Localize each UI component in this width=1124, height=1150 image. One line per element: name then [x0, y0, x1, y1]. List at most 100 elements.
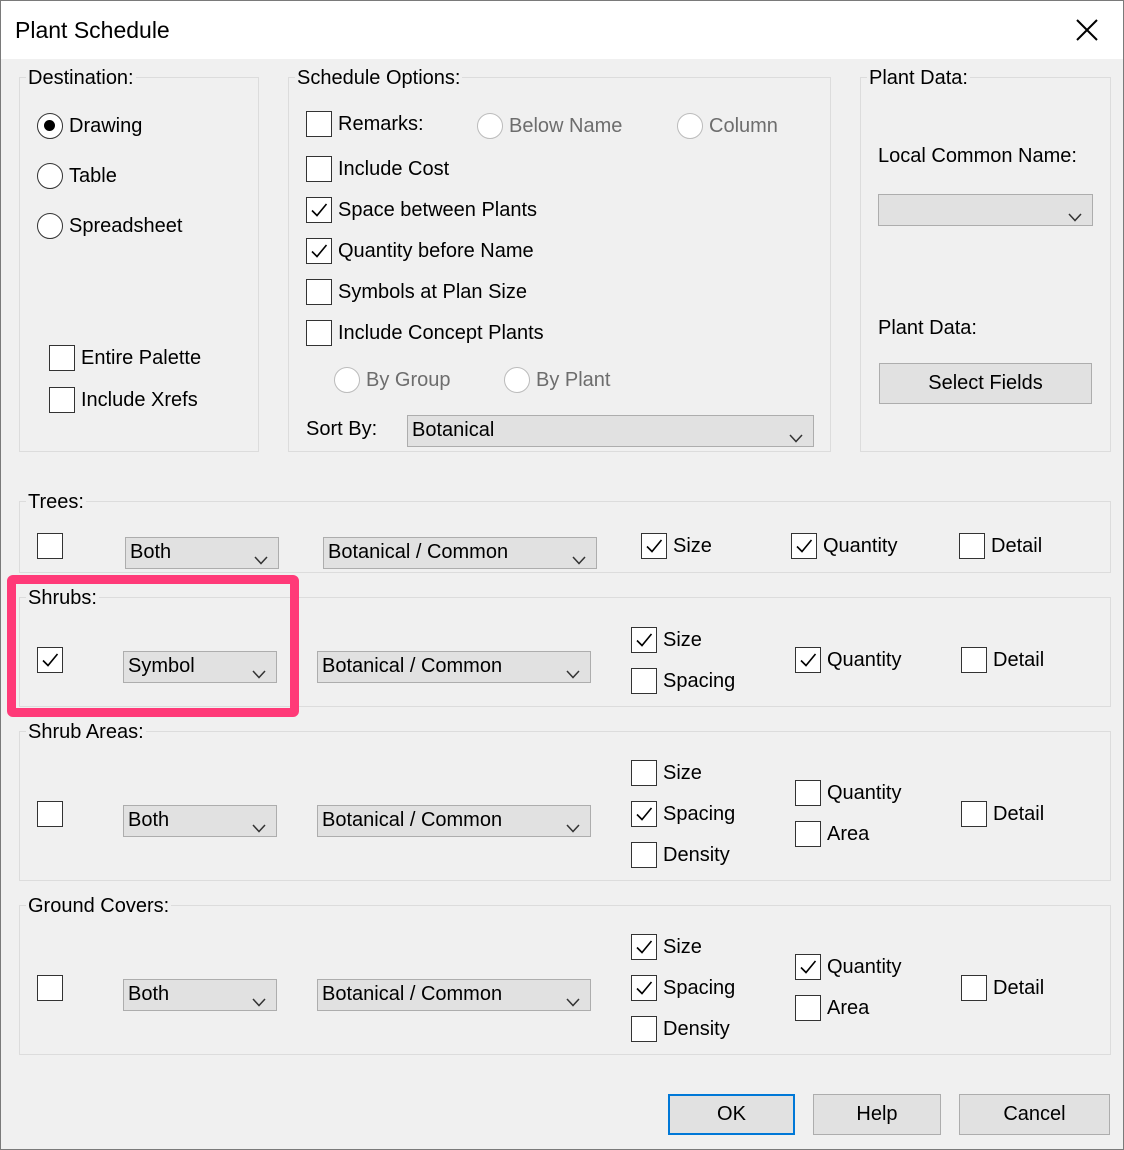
- shrub-areas-display-dropdown[interactable]: Both: [123, 805, 277, 837]
- space-between-plants-checkbox[interactable]: [306, 197, 332, 223]
- destination-group-label: Destination:: [26, 67, 136, 90]
- trees-display-dropdown[interactable]: Both: [125, 537, 279, 569]
- below-name-radio[interactable]: [477, 113, 503, 139]
- drawing-radio-label[interactable]: Drawing: [69, 114, 142, 138]
- shrubs-size-checkbox[interactable]: [631, 627, 657, 653]
- space-between-plants-label[interactable]: Space between Plants: [338, 198, 537, 222]
- column-label[interactable]: Column: [709, 114, 778, 138]
- include-concept-plants-label[interactable]: Include Concept Plants: [338, 321, 544, 345]
- cancel-button[interactable]: Cancel: [959, 1094, 1110, 1135]
- spreadsheet-radio-label[interactable]: Spreadsheet: [69, 214, 182, 238]
- quantity-before-name-checkbox[interactable]: [306, 238, 332, 264]
- shrubs-spacing-checkbox[interactable]: [631, 668, 657, 694]
- remarks-label[interactable]: Remarks:: [338, 112, 424, 136]
- trees-display-value: Both: [130, 541, 172, 563]
- trees-size-checkbox[interactable]: [641, 533, 667, 559]
- shrubs-detail-checkbox[interactable]: [961, 647, 987, 673]
- shrub-areas-density-checkbox[interactable]: [631, 842, 657, 868]
- ground-covers-spacing-checkbox[interactable]: [631, 975, 657, 1001]
- trees-enable-checkbox[interactable]: [37, 533, 63, 559]
- ground-covers-spacing-label[interactable]: Spacing: [663, 976, 735, 1000]
- ground-covers-density-checkbox[interactable]: [631, 1016, 657, 1042]
- chevron-down-icon: [1068, 205, 1082, 228]
- remarks-checkbox[interactable]: [306, 111, 332, 137]
- shrub-areas-area-label[interactable]: Area: [827, 822, 869, 846]
- ground-covers-size-label[interactable]: Size: [663, 935, 702, 959]
- ground-covers-quantity-checkbox[interactable]: [795, 954, 821, 980]
- by-group-label[interactable]: By Group: [366, 368, 450, 392]
- shrub-areas-naming-dropdown[interactable]: Botanical / Common: [317, 805, 591, 837]
- trees-quantity-checkbox[interactable]: [791, 533, 817, 559]
- checkmark-icon: [311, 203, 328, 217]
- help-button[interactable]: Help: [813, 1094, 941, 1135]
- entire-palette-label[interactable]: Entire Palette: [81, 346, 201, 370]
- trees-naming-value: Botanical / Common: [328, 541, 509, 563]
- checkmark-icon: [800, 960, 817, 974]
- shrubs-quantity-label[interactable]: Quantity: [827, 648, 901, 672]
- sort-by-value: Botanical: [412, 419, 495, 441]
- by-plant-radio[interactable]: [504, 367, 530, 393]
- trees-detail-label[interactable]: Detail: [991, 534, 1042, 558]
- chevron-down-icon: [572, 548, 586, 571]
- ok-button[interactable]: OK: [668, 1094, 795, 1135]
- symbols-at-plan-size-checkbox[interactable]: [306, 279, 332, 305]
- sort-by-dropdown[interactable]: Botanical: [407, 415, 814, 447]
- ground-covers-area-label[interactable]: Area: [827, 996, 869, 1020]
- ground-covers-detail-checkbox[interactable]: [961, 975, 987, 1001]
- shrubs-size-label[interactable]: Size: [663, 628, 702, 652]
- trees-detail-checkbox[interactable]: [959, 533, 985, 559]
- checkmark-icon: [42, 653, 59, 667]
- table-radio[interactable]: [37, 163, 63, 189]
- shrub-areas-enable-checkbox[interactable]: [37, 801, 63, 827]
- include-xrefs-checkbox[interactable]: [49, 387, 75, 413]
- below-name-label[interactable]: Below Name: [509, 114, 622, 138]
- ground-covers-naming-dropdown[interactable]: Botanical / Common: [317, 979, 591, 1011]
- shrubs-enable-checkbox[interactable]: [37, 647, 63, 673]
- shrub-areas-spacing-checkbox[interactable]: [631, 801, 657, 827]
- local-common-name-dropdown[interactable]: [878, 194, 1093, 226]
- symbols-at-plan-size-label[interactable]: Symbols at Plan Size: [338, 280, 527, 304]
- shrubs-display-value: Symbol: [128, 655, 195, 677]
- select-fields-button[interactable]: Select Fields: [879, 363, 1092, 404]
- by-group-radio[interactable]: [334, 367, 360, 393]
- ground-covers-area-checkbox[interactable]: [795, 995, 821, 1021]
- spreadsheet-radio[interactable]: [37, 213, 63, 239]
- quantity-before-name-label[interactable]: Quantity before Name: [338, 239, 534, 263]
- shrub-areas-quantity-checkbox[interactable]: [795, 780, 821, 806]
- include-concept-plants-checkbox[interactable]: [306, 320, 332, 346]
- drawing-radio[interactable]: [37, 113, 63, 139]
- shrub-areas-detail-checkbox[interactable]: [961, 801, 987, 827]
- checkmark-icon: [311, 244, 328, 258]
- trees-quantity-label[interactable]: Quantity: [823, 534, 897, 558]
- trees-size-label[interactable]: Size: [673, 534, 712, 558]
- shrubs-naming-dropdown[interactable]: Botanical / Common: [317, 651, 591, 683]
- ground-covers-display-dropdown[interactable]: Both: [123, 979, 277, 1011]
- close-button[interactable]: [1057, 5, 1117, 55]
- shrub-areas-area-checkbox[interactable]: [795, 821, 821, 847]
- include-cost-checkbox[interactable]: [306, 156, 332, 182]
- ground-covers-detail-label[interactable]: Detail: [993, 976, 1044, 1000]
- table-radio-label[interactable]: Table: [69, 164, 117, 188]
- shrubs-detail-label[interactable]: Detail: [993, 648, 1044, 672]
- shrub-areas-quantity-label[interactable]: Quantity: [827, 781, 901, 805]
- entire-palette-checkbox[interactable]: [49, 345, 75, 371]
- by-plant-label[interactable]: By Plant: [536, 368, 610, 392]
- include-cost-label[interactable]: Include Cost: [338, 157, 449, 181]
- shrubs-quantity-checkbox[interactable]: [795, 647, 821, 673]
- include-xrefs-label[interactable]: Include Xrefs: [81, 388, 198, 412]
- schedule-options-group-label: Schedule Options:: [295, 67, 463, 90]
- shrubs-spacing-label[interactable]: Spacing: [663, 669, 735, 693]
- column-radio[interactable]: [677, 113, 703, 139]
- trees-naming-dropdown[interactable]: Botanical / Common: [323, 537, 597, 569]
- shrub-areas-density-label[interactable]: Density: [663, 843, 730, 867]
- shrubs-display-dropdown[interactable]: Symbol: [123, 651, 277, 683]
- shrub-areas-detail-label[interactable]: Detail: [993, 802, 1044, 826]
- shrub-areas-spacing-label[interactable]: Spacing: [663, 802, 735, 826]
- shrub-areas-size-checkbox[interactable]: [631, 760, 657, 786]
- ground-covers-quantity-label[interactable]: Quantity: [827, 955, 901, 979]
- ground-covers-size-checkbox[interactable]: [631, 934, 657, 960]
- checkmark-icon: [636, 981, 653, 995]
- ground-covers-enable-checkbox[interactable]: [37, 975, 63, 1001]
- ground-covers-density-label[interactable]: Density: [663, 1017, 730, 1041]
- shrub-areas-size-label[interactable]: Size: [663, 761, 702, 785]
